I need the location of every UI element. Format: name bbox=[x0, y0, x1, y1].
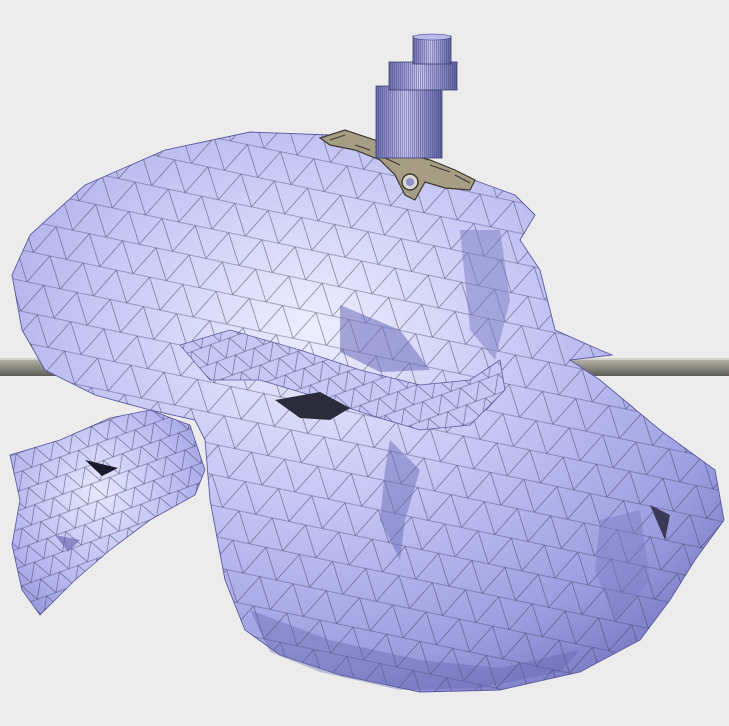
cylindrical-pin-icon bbox=[375, 33, 458, 159]
mesh-render[interactable] bbox=[0, 0, 729, 726]
3d-viewport[interactable] bbox=[0, 0, 729, 726]
snout-mesh bbox=[9, 409, 206, 616]
